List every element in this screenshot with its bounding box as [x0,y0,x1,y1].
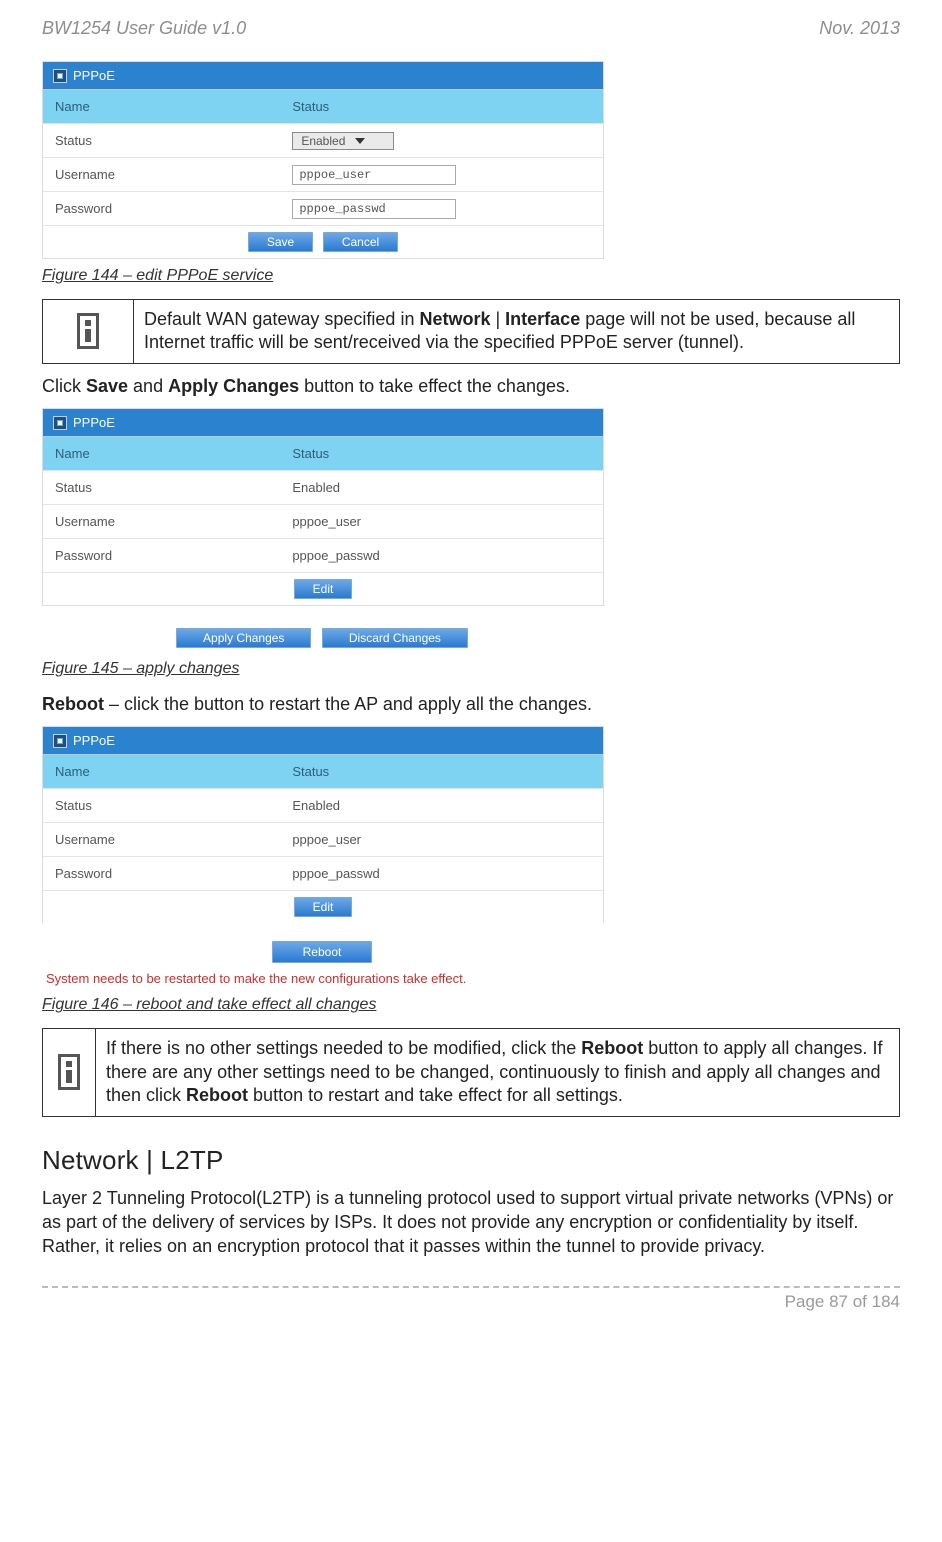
reboot-button[interactable]: Reboot [272,941,373,963]
doc-title: BW1254 User Guide v1.0 [42,18,246,39]
panel-title-bar: PPPoE [43,409,603,437]
body-text: Layer 2 Tunneling Protocol(L2TP) is a tu… [42,1186,900,1259]
table-row: Username pppoe_user [43,504,603,538]
row-label-password: Password [43,857,280,890]
body-text: Reboot – click the button to restart the… [42,692,900,716]
col-status: Status [280,755,603,788]
chevron-down-icon [355,138,365,144]
discard-changes-button[interactable]: Discard Changes [322,628,468,648]
doc-date: Nov. 2013 [819,18,900,39]
info-text: If there is no other settings needed to … [96,1029,899,1115]
info-box: If there is no other settings needed to … [42,1028,900,1116]
row-label-password: Password [43,539,280,572]
pppoe-edit-panel: PPPoE Name Status Status Enabled Usernam… [42,61,604,259]
table-row: Username pppoe_user [43,157,603,191]
row-label-status: Status [43,471,280,504]
row-label-username: Username [43,158,280,191]
table-header-row: Name Status [43,90,603,123]
row-value-username: pppoe_user [280,823,603,856]
panel-icon [53,734,67,748]
row-value-password: pppoe_passwd [280,539,603,572]
panel-title: PPPoE [73,733,115,748]
footer-divider [42,1286,900,1288]
section-heading: Network | L2TP [42,1145,900,1176]
status-select[interactable]: Enabled [292,132,394,150]
col-name: Name [43,755,280,788]
edit-button[interactable]: Edit [294,897,353,917]
pppoe-reboot-panel: PPPoE Name Status Status Enabled Usernam… [42,726,604,923]
col-status: Status [280,90,603,123]
save-button[interactable]: Save [248,232,313,252]
row-label-username: Username [43,505,280,538]
table-row: Password pppoe_passwd [43,856,603,890]
row-value-password: pppoe_passwd [280,857,603,890]
panel-button-row: Save Cancel [43,225,603,258]
figure-caption: Figure 145 – apply changes [42,660,900,678]
row-label-username: Username [43,823,280,856]
col-name: Name [43,437,280,470]
table-row: Status Enabled [43,788,603,822]
edit-button[interactable]: Edit [294,579,353,599]
table-row: Status Enabled [43,123,603,157]
panel-title-bar: PPPoE [43,62,603,90]
row-label-password: Password [43,192,280,225]
figure-caption: Figure 146 – reboot and take effect all … [42,996,900,1014]
panel-title-bar: PPPoE [43,727,603,755]
status-select-value: Enabled [301,134,345,148]
table-header-row: Name Status [43,755,603,788]
row-label-status: Status [43,789,280,822]
password-input[interactable]: pppoe_passwd [292,199,456,219]
row-label-status: Status [43,124,280,157]
table-row: Status Enabled [43,470,603,504]
panel-title: PPPoE [73,68,115,83]
panel-icon [53,69,67,83]
table-row: Username pppoe_user [43,822,603,856]
username-input[interactable]: pppoe_user [292,165,456,185]
row-value-username: pppoe_user [280,505,603,538]
panel-button-row: Edit [43,890,603,923]
apply-changes-button[interactable]: Apply Changes [176,628,311,648]
info-icon [43,300,134,363]
panel-icon [53,416,67,430]
row-value-status: Enabled [280,471,603,504]
panel-title: PPPoE [73,415,115,430]
table-row: Password pppoe_passwd [43,191,603,225]
info-box: Default WAN gateway specified in Network… [42,299,900,364]
page-number: Page 87 of 184 [42,1292,900,1312]
col-name: Name [43,90,280,123]
figure-caption: Figure 144 – edit PPPoE service [42,267,900,285]
table-row: Password pppoe_passwd [43,538,603,572]
row-value-status: Enabled [280,789,603,822]
apply-button-row: Apply Changes Discard Changes [42,610,602,652]
col-status: Status [280,437,603,470]
restart-warning: System needs to be restarted to make the… [42,965,610,988]
reboot-button-row: Reboot [42,927,602,965]
body-text: Click Save and Apply Changes button to t… [42,374,900,398]
info-icon [43,1029,96,1115]
table-header-row: Name Status [43,437,603,470]
panel-button-row: Edit [43,572,603,605]
pppoe-apply-panel: PPPoE Name Status Status Enabled Usernam… [42,408,604,606]
cancel-button[interactable]: Cancel [323,232,398,252]
page-header: BW1254 User Guide v1.0 Nov. 2013 [42,18,900,39]
info-text: Default WAN gateway specified in Network… [134,300,899,363]
